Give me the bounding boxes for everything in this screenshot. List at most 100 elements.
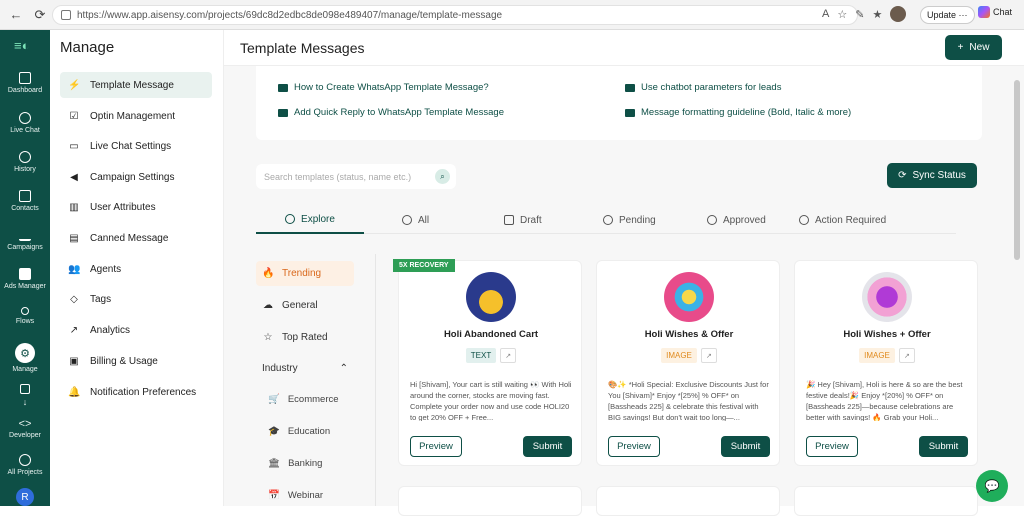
copilot-chat-button[interactable]: Chat <box>978 6 1012 18</box>
new-template-button[interactable]: + New <box>945 35 1002 60</box>
sidebar-item-canned-message[interactable]: ▤ Canned Message <box>60 225 212 251</box>
facebook-icon <box>19 268 31 280</box>
sidebar-item-optin-management[interactable]: ☑ Optin Management <box>60 103 212 129</box>
rail-item-manage[interactable]: ⚙ Manage <box>0 343 50 373</box>
template-card-partial[interactable] <box>398 486 582 516</box>
rail-item-dashboard[interactable]: Dashboard <box>0 72 50 94</box>
sidebar-item-agents[interactable]: 👥 Agents <box>60 256 212 282</box>
url-text: https://www.app.aisensy.com/projects/69d… <box>77 9 503 21</box>
template-card[interactable]: Holi Wishes + Offer IMAGE ↗ 🎉 Hey [Shivam… <box>794 260 978 466</box>
cloud-icon: ☁ <box>263 300 273 311</box>
external-link-icon[interactable]: ↗ <box>898 348 915 363</box>
tab-all[interactable]: All <box>402 206 429 234</box>
help-link[interactable]: Message formatting guideline (Bold, Ital… <box>625 107 851 118</box>
recovery-badge: 5X RECOVERY <box>393 259 455 272</box>
fire-icon: 🔥 <box>262 268 275 279</box>
help-link[interactable]: Add Quick Reply to WhatsApp Template Mes… <box>278 107 504 118</box>
category-general[interactable]: ☁ General <box>256 293 354 318</box>
rail-item-ads-manager[interactable]: Ads Manager <box>0 268 50 290</box>
sidebar-item-campaign-settings[interactable]: ◀ Campaign Settings <box>60 164 212 190</box>
cart-icon: 🛒 <box>268 393 280 405</box>
template-card[interactable]: 5X RECOVERY Holi Abandoned Cart TEXT ↗ Hi… <box>393 259 582 466</box>
book-icon <box>625 83 635 92</box>
aisensy-logo-icon[interactable]: ≡◐ <box>14 38 38 54</box>
help-chat-fab[interactable]: 💬 <box>976 470 1008 502</box>
sidebar-item-template-message[interactable]: ⚡ Template Message <box>60 72 212 98</box>
rail-item-flows[interactable]: Flows <box>0 307 50 325</box>
book-icon <box>625 108 635 117</box>
rail-item-contacts[interactable]: Contacts <box>0 190 50 212</box>
rail-item-history[interactable]: History <box>0 151 50 173</box>
rail-item-all-projects[interactable]: All Projects <box>0 454 50 476</box>
flows-icon <box>21 307 29 315</box>
sync-status-button[interactable]: ⟳ Sync Status <box>887 163 977 188</box>
category-education[interactable]: 🎓 Education <box>268 420 330 442</box>
sidebar-item-notification-preferences[interactable]: 🔔 Notification Preferences <box>60 379 212 405</box>
main-content: Template Messages + New How to Create Wha… <box>224 30 1024 516</box>
chat-bubble-icon: 💬 <box>984 479 1000 493</box>
megaphone-icon: ◀ <box>70 171 78 183</box>
category-top-rated[interactable]: ☆ Top Rated <box>256 325 354 350</box>
chat-icon <box>19 112 31 124</box>
category-banking[interactable]: 🏛 Banking <box>268 452 322 474</box>
rail-expand[interactable]: ↓ <box>0 384 50 407</box>
template-card-partial[interactable] <box>794 486 978 516</box>
extension-icon[interactable]: ✎ <box>855 8 864 21</box>
card-body: 🎉 Hey [Shivam], Holi is here & so are th… <box>806 380 963 421</box>
star-illustration <box>862 272 912 322</box>
type-tag: IMAGE <box>859 348 895 363</box>
category-ecommerce[interactable]: 🛒 Ecommerce <box>268 388 339 410</box>
category-webinar[interactable]: 📅 Webinar <box>268 484 323 506</box>
tab-draft[interactable]: Draft <box>504 206 542 234</box>
category-trending[interactable]: 🔥 Trending <box>256 261 354 286</box>
favorites-icon[interactable]: ★ <box>872 8 882 21</box>
user-avatar[interactable]: R <box>16 488 34 506</box>
search-icon[interactable]: ⌕ <box>435 169 450 184</box>
template-card-partial[interactable] <box>596 486 780 516</box>
search-input[interactable]: Search templates (status, name etc.) <box>264 172 411 182</box>
book-icon <box>278 108 288 117</box>
sidebar-item-billing-usage[interactable]: ▣ Billing & Usage <box>60 348 212 374</box>
template-search: Search templates (status, name etc.) ⌕ <box>256 164 456 189</box>
card-title: Holi Wishes + Offer <box>843 329 931 340</box>
projects-icon <box>19 454 31 466</box>
preview-button[interactable]: Preview <box>410 436 462 457</box>
profile-avatar[interactable] <box>890 6 907 22</box>
lock-icon <box>61 10 71 20</box>
preview-button[interactable]: Preview <box>608 436 660 457</box>
help-link[interactable]: Use chatbot parameters for leads <box>625 82 781 93</box>
category-list: 🔥 Trending ☁ General ☆ Top Rated Industry ⌃ … <box>256 254 376 506</box>
rail-item-live-chat[interactable]: Live Chat <box>0 112 50 134</box>
sidebar-title: Manage <box>60 39 115 56</box>
preview-button[interactable]: Preview <box>806 436 858 457</box>
scrollbar[interactable] <box>1014 80 1020 260</box>
tab-explore[interactable]: Explore <box>256 206 364 234</box>
rail-item-campaigns[interactable]: Campaigns <box>0 229 50 251</box>
template-card[interactable]: Holi Wishes & Offer IMAGE ↗ 🎨✨ *Holi Spec… <box>596 260 780 466</box>
submit-button[interactable]: Submit <box>523 436 572 457</box>
star-icon[interactable]: ☆ <box>837 8 847 21</box>
submit-button[interactable]: Submit <box>919 436 968 457</box>
sync-icon: ⟳ <box>898 170 907 181</box>
tab-approved[interactable]: Approved <box>707 206 766 234</box>
sidebar-item-tags[interactable]: ◇ Tags <box>60 286 212 312</box>
grid-icon <box>20 384 30 394</box>
sidebar-item-live-chat-settings[interactable]: ▭ Live Chat Settings <box>60 133 212 159</box>
bell-icon: 🔔 <box>68 386 81 398</box>
card-body: Hi [Shivam], Your cart is still waiting … <box>410 380 572 421</box>
rail-item-developer[interactable]: <> Developer <box>0 418 50 439</box>
external-link-icon[interactable]: ↗ <box>700 348 717 363</box>
help-link[interactable]: How to Create WhatsApp Template Message? <box>278 82 489 93</box>
external-link-icon[interactable]: ↗ <box>500 348 517 363</box>
sidebar-item-analytics[interactable]: ↗ Analytics <box>60 317 212 343</box>
back-icon[interactable]: ← <box>8 7 24 23</box>
sidebar-item-user-attributes[interactable]: ▥ User Attributes <box>60 194 212 220</box>
tab-pending[interactable]: Pending <box>603 206 656 234</box>
update-button[interactable]: Update ··· <box>920 6 975 24</box>
reload-icon[interactable]: ⟳ <box>32 7 48 23</box>
tab-action-required[interactable]: Action Required <box>799 206 886 234</box>
submit-button[interactable]: Submit <box>721 436 770 457</box>
industry-toggle[interactable]: Industry ⌃ <box>256 356 354 381</box>
address-bar[interactable]: https://www.app.aisensy.com/projects/69d… <box>52 5 858 25</box>
read-aloud-icon[interactable]: A <box>822 8 829 20</box>
